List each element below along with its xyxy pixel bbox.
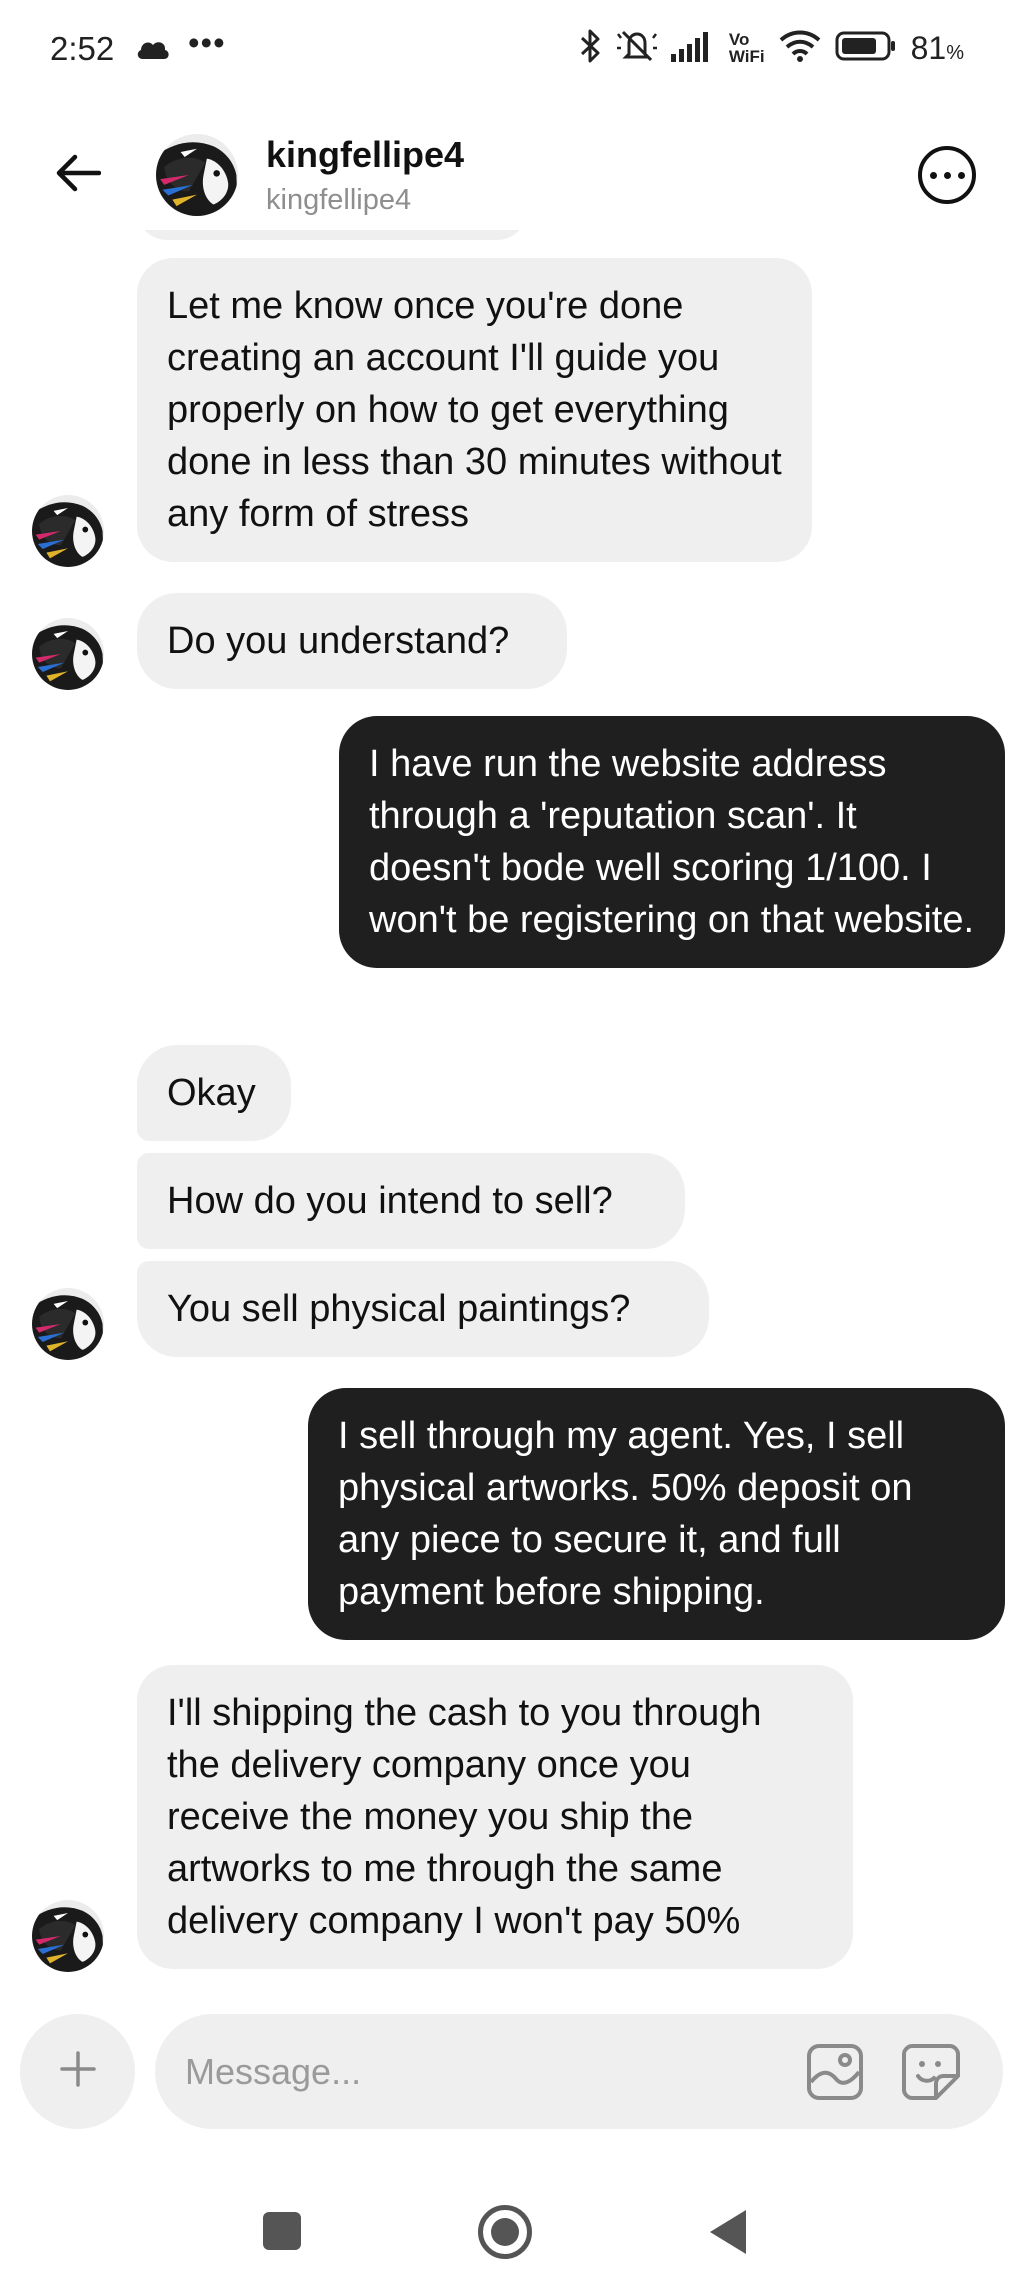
profile-avatar[interactable] (156, 134, 238, 216)
bluetooth-icon (579, 28, 603, 69)
more-options-button[interactable] (918, 146, 976, 204)
more-notifications-icon: ••• (188, 24, 226, 61)
plus-icon (58, 2049, 98, 2094)
message-input[interactable] (185, 2014, 785, 2129)
outgoing-message[interactable]: I sell through my agent. Yes, I sell phy… (308, 1388, 1005, 1640)
status-time: 2:52 (50, 30, 115, 67)
conversation-header: kingfellipe4 kingfellipe4 (0, 120, 1024, 230)
incoming-message[interactable]: Do you understand? (137, 593, 567, 689)
signal-icon (670, 30, 715, 67)
circle-icon (491, 2218, 519, 2246)
recents-button[interactable] (263, 2212, 301, 2250)
system-navigation-bar (0, 2180, 1024, 2276)
incoming-message[interactable]: I'll shipping the cash to you through th… (137, 1665, 853, 1969)
wifi-icon (779, 30, 821, 67)
previous-message-bubble (137, 230, 527, 240)
message-field[interactable] (155, 2014, 1003, 2129)
battery-icon (835, 30, 897, 67)
incoming-message[interactable]: Let me know once you're done creating an… (137, 258, 812, 562)
cloud-icon (135, 38, 171, 65)
battery-percent: 81% (910, 29, 964, 66)
sticker-button[interactable] (900, 2042, 962, 2102)
status-bar: 2:52 ••• Vo WiFi 81% (0, 0, 1024, 100)
vowifi-label: Vo WiFi (728, 30, 765, 66)
sender-avatar[interactable] (32, 495, 104, 567)
image-icon (805, 2044, 865, 2106)
gallery-button[interactable] (805, 2042, 865, 2102)
message-thread[interactable]: Let me know once you're done creating an… (0, 230, 1024, 1980)
contact-name[interactable]: kingfellipe4 (266, 134, 464, 176)
contact-username: kingfellipe4 (266, 184, 412, 216)
arrow-left-icon (55, 153, 102, 198)
sender-avatar[interactable] (32, 1900, 104, 1972)
system-back-button[interactable] (710, 2210, 746, 2254)
sender-avatar[interactable] (32, 618, 104, 690)
incoming-message[interactable]: You sell physical paintings? (137, 1261, 709, 1357)
dot (957, 171, 965, 179)
sender-avatar[interactable] (32, 1288, 104, 1360)
add-attachment-button[interactable] (20, 2014, 135, 2129)
message-composer (0, 2005, 1024, 2129)
sticker-icon (900, 2044, 962, 2106)
dot (929, 171, 937, 179)
outgoing-message[interactable]: I have run the website address through a… (339, 716, 1005, 968)
home-button[interactable] (478, 2205, 532, 2259)
incoming-message[interactable]: How do you intend to sell? (137, 1153, 685, 1249)
incoming-message[interactable]: Okay (137, 1045, 291, 1141)
muted-bell-icon (616, 28, 657, 69)
status-right-cluster: Vo WiFi 81% (579, 26, 964, 70)
dot (943, 171, 951, 179)
back-button[interactable] (48, 145, 108, 205)
